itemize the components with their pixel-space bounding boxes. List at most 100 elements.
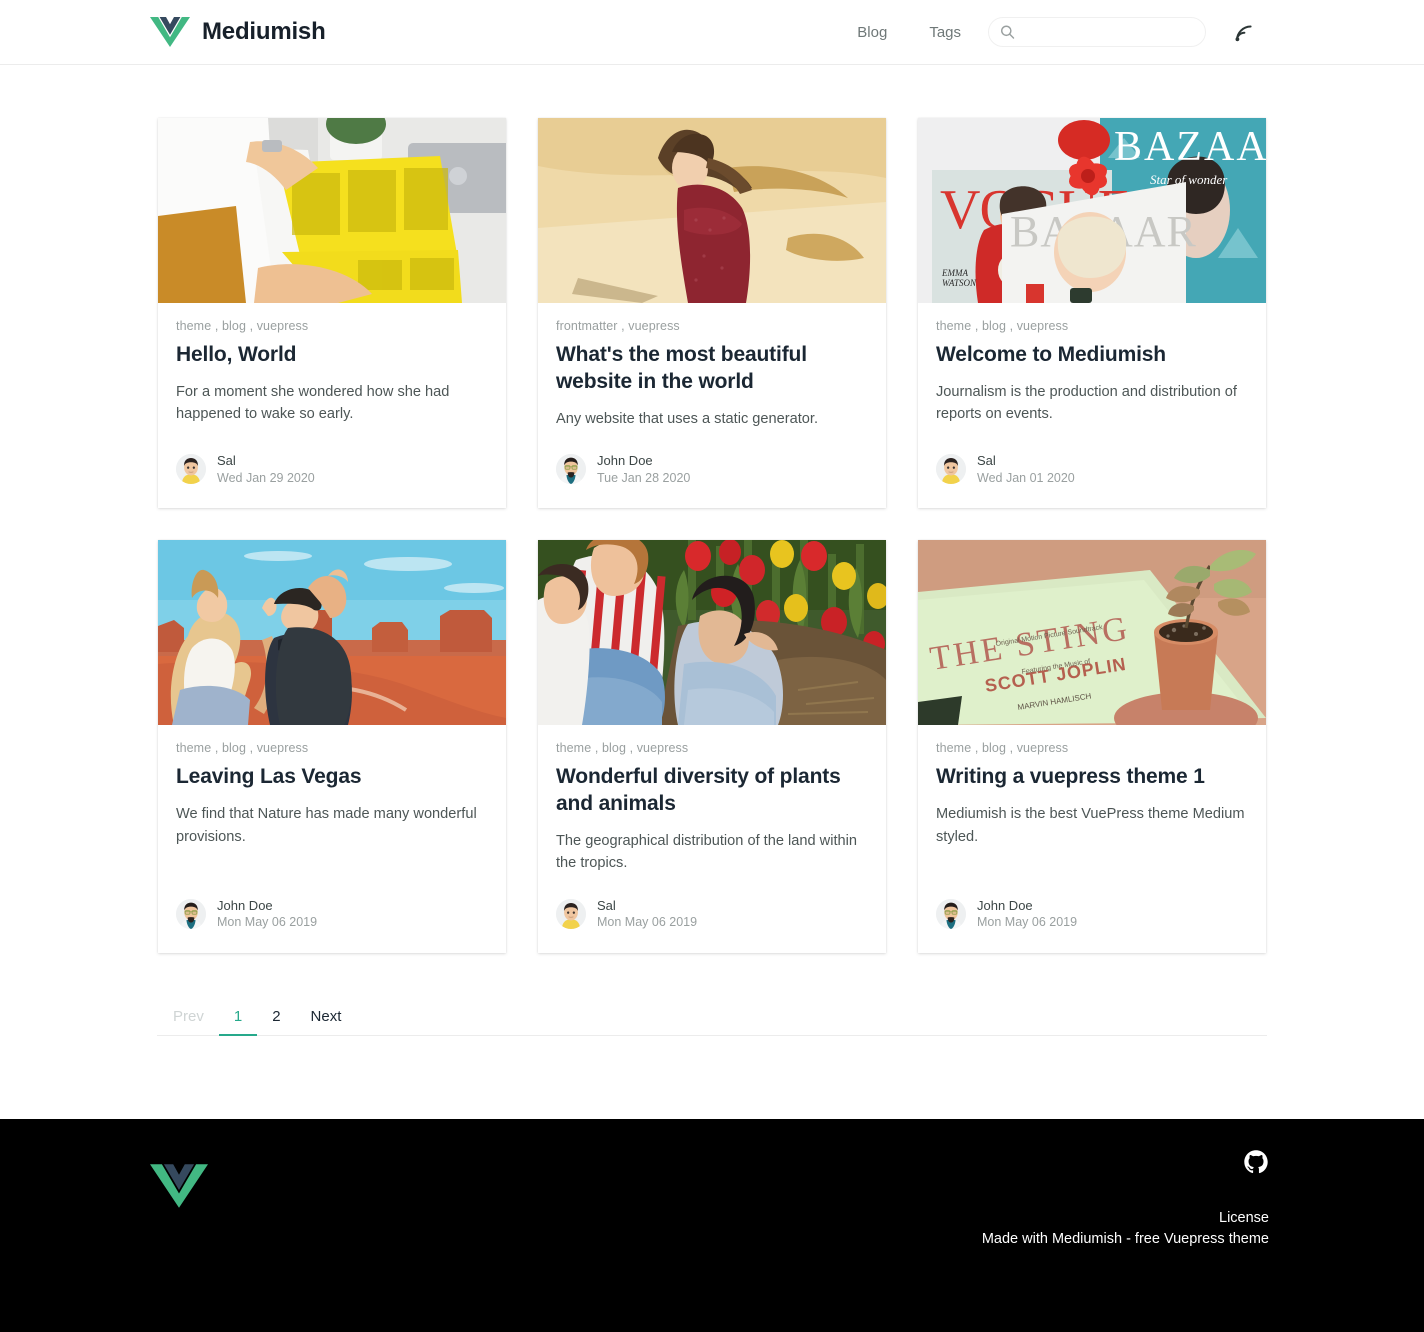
post-excerpt: Journalism is the production and distrib…	[936, 383, 1237, 423]
svg-text:BAZAAR: BAZAAR	[1114, 124, 1266, 170]
post-tags[interactable]: theme , blog , vuepress	[936, 741, 1248, 755]
footer-links: License Made with Mediumish - free Vuepr…	[982, 1210, 1269, 1247]
rss-icon[interactable]	[1232, 20, 1256, 44]
vue-logo-icon	[150, 1164, 208, 1208]
pagination-prev[interactable]: Prev	[158, 1000, 219, 1036]
nav-link-blog[interactable]: Blog	[836, 24, 908, 41]
footer-credit-text: Made with Mediumish - free Vuepress them…	[981, 1231, 1269, 1247]
post-author-name: Sal	[217, 453, 236, 469]
post-title[interactable]: Welcome to Mediumish	[936, 342, 1248, 369]
post-author-name: Sal	[977, 453, 996, 469]
post-author-row: Sal Mon May 06 2019	[538, 875, 886, 953]
post-card-body: theme , blog , vuepress Writing a vuepre…	[918, 725, 1266, 875]
post-card[interactable]: theme , blog , vuepress Wonderful divers…	[538, 540, 886, 953]
post-card-body: theme , blog , vuepress Leaving Las Vega…	[158, 725, 506, 875]
post-title[interactable]: Leaving Las Vegas	[176, 764, 488, 791]
site-header: Mediumish Blog Tags	[0, 0, 1424, 65]
post-card-body: theme , blog , vuepress Wonderful divers…	[538, 725, 886, 875]
post-author-row: John Doe Mon May 06 2019	[918, 875, 1266, 953]
header-nav: Blog Tags	[836, 17, 1256, 47]
post-date: Mon May 06 2019	[597, 915, 698, 930]
site-footer: License Made with Mediumish - free Vuepr…	[0, 1119, 1424, 1332]
footer-right-column: License Made with Mediumish - free Vuepr…	[982, 1149, 1269, 1247]
post-author-name: Sal	[597, 897, 616, 913]
post-author-name: John Doe	[597, 453, 653, 469]
pagination-next[interactable]: Next	[296, 1000, 357, 1036]
post-date: Mon May 06 2019	[977, 915, 1078, 930]
post-title[interactable]: What's the most beautiful website in the…	[556, 342, 868, 396]
post-author-row: John Doe Tue Jan 28 2020	[538, 430, 886, 508]
pagination-page-1[interactable]: 1	[218, 1000, 258, 1036]
post-title[interactable]: Wonderful diversity of plants and animal…	[556, 764, 868, 818]
pagination: Prev 1 2 Next	[157, 1000, 1267, 1036]
github-icon[interactable]	[1243, 1149, 1269, 1175]
women-sitting-in-tulip-garden-image	[538, 540, 886, 726]
post-title[interactable]: Writing a vuepress theme 1	[936, 764, 1248, 791]
avatar-sal	[556, 898, 586, 929]
post-card[interactable]: frontmatter , vuepress What's the most b…	[538, 118, 886, 509]
post-tags[interactable]: theme , blog , vuepress	[176, 741, 488, 755]
post-author-meta: John Doe Mon May 06 2019	[217, 897, 317, 931]
svg-text:WATSON: WATSON	[942, 278, 977, 288]
post-thumbnail[interactable]	[538, 540, 886, 726]
post-date: Tue Jan 28 2020	[597, 470, 691, 485]
post-card[interactable]: THE STING Original Motion Picture Soundt…	[918, 540, 1266, 953]
post-card[interactable]: theme , blog , vuepress Hello, World For…	[158, 118, 506, 509]
fashion-magazines-vogue-bazaar-with-red-bow-image: BAZAAR Star of wonder VOGUE EMMA WATSON	[918, 118, 1266, 303]
post-thumbnail[interactable]: BAZAAR Star of wonder VOGUE EMMA WATSON	[918, 118, 1266, 303]
post-tags[interactable]: theme , blog , vuepress	[936, 319, 1248, 333]
post-excerpt: Any website that uses a static generator…	[556, 410, 819, 427]
post-excerpt: For a moment she wondered how she had ha…	[176, 383, 450, 423]
avatar-sal	[176, 454, 206, 485]
post-date: Wed Jan 29 2020	[217, 470, 315, 485]
post-card-body: theme , blog , vuepress Welcome to Mediu…	[918, 303, 1266, 430]
post-author-meta: John Doe Tue Jan 28 2020	[597, 452, 690, 486]
post-card[interactable]: theme , blog , vuepress Leaving Las Vega…	[158, 540, 506, 953]
nav-link-tags[interactable]: Tags	[908, 24, 982, 41]
search-input[interactable]	[988, 17, 1206, 47]
post-author-row: Sal Wed Jan 01 2020	[918, 430, 1266, 508]
post-author-meta: Sal Mon May 06 2019	[597, 897, 697, 931]
post-author-meta: John Doe Mon May 06 2019	[977, 897, 1077, 931]
vue-logo-icon	[150, 17, 190, 47]
brand-name: Mediumish	[202, 18, 326, 45]
post-author-name: John Doe	[217, 897, 273, 913]
post-grid: theme , blog , vuepress Hello, World For…	[157, 118, 1267, 953]
main-content: theme , blog , vuepress Hello, World For…	[0, 65, 1424, 1119]
post-card-body: theme , blog , vuepress Hello, World For…	[158, 303, 506, 430]
footer-license-link[interactable]: License	[982, 1210, 1269, 1226]
post-thumbnail[interactable]	[538, 118, 886, 303]
post-title[interactable]: Hello, World	[176, 342, 488, 369]
girl-in-red-dress-against-sand-wall-image	[538, 118, 886, 303]
post-tags[interactable]: theme , blog , vuepress	[176, 319, 488, 333]
post-tags[interactable]: frontmatter , vuepress	[556, 319, 868, 333]
post-author-row: Sal Wed Jan 29 2020	[158, 430, 506, 508]
the-sting-scott-joplin-record-with-potted-plant-image: THE STING Original Motion Picture Soundt…	[918, 540, 1266, 726]
svg-text:EMMA: EMMA	[941, 268, 968, 278]
post-excerpt: The geographical distribution of the lan…	[556, 832, 857, 872]
avatar-sal	[936, 454, 966, 485]
hands-holding-yellow-magazine-on-desk-image	[158, 118, 506, 303]
post-thumbnail[interactable]	[158, 118, 506, 303]
post-thumbnail[interactable]: THE STING Original Motion Picture Soundt…	[918, 540, 1266, 726]
post-thumbnail[interactable]	[158, 540, 506, 726]
avatar-john-doe	[936, 898, 966, 929]
svg-text:Star of wonder: Star of wonder	[1150, 172, 1228, 187]
post-author-row: John Doe Mon May 06 2019	[158, 875, 506, 953]
post-excerpt: Mediumish is the best VuePress theme Med…	[936, 805, 1245, 845]
search-container	[988, 17, 1206, 47]
post-date: Mon May 06 2019	[217, 915, 318, 930]
avatar-john-doe	[176, 898, 206, 929]
avatar-john-doe	[556, 454, 586, 485]
brand-home-link[interactable]: Mediumish	[150, 16, 326, 48]
post-date: Wed Jan 01 2020	[977, 470, 1075, 485]
post-excerpt: We find that Nature has made many wonder…	[176, 805, 477, 845]
two-women-at-monument-valley-desert-image	[158, 540, 506, 726]
post-author-name: John Doe	[977, 897, 1033, 913]
post-author-meta: Sal Wed Jan 01 2020	[977, 452, 1075, 486]
post-card[interactable]: BAZAAR Star of wonder VOGUE EMMA WATSON	[918, 118, 1266, 509]
post-card-body: frontmatter , vuepress What's the most b…	[538, 303, 886, 430]
post-author-meta: Sal Wed Jan 29 2020	[217, 452, 315, 486]
post-tags[interactable]: theme , blog , vuepress	[556, 741, 868, 755]
pagination-page-2[interactable]: 2	[257, 1000, 295, 1036]
